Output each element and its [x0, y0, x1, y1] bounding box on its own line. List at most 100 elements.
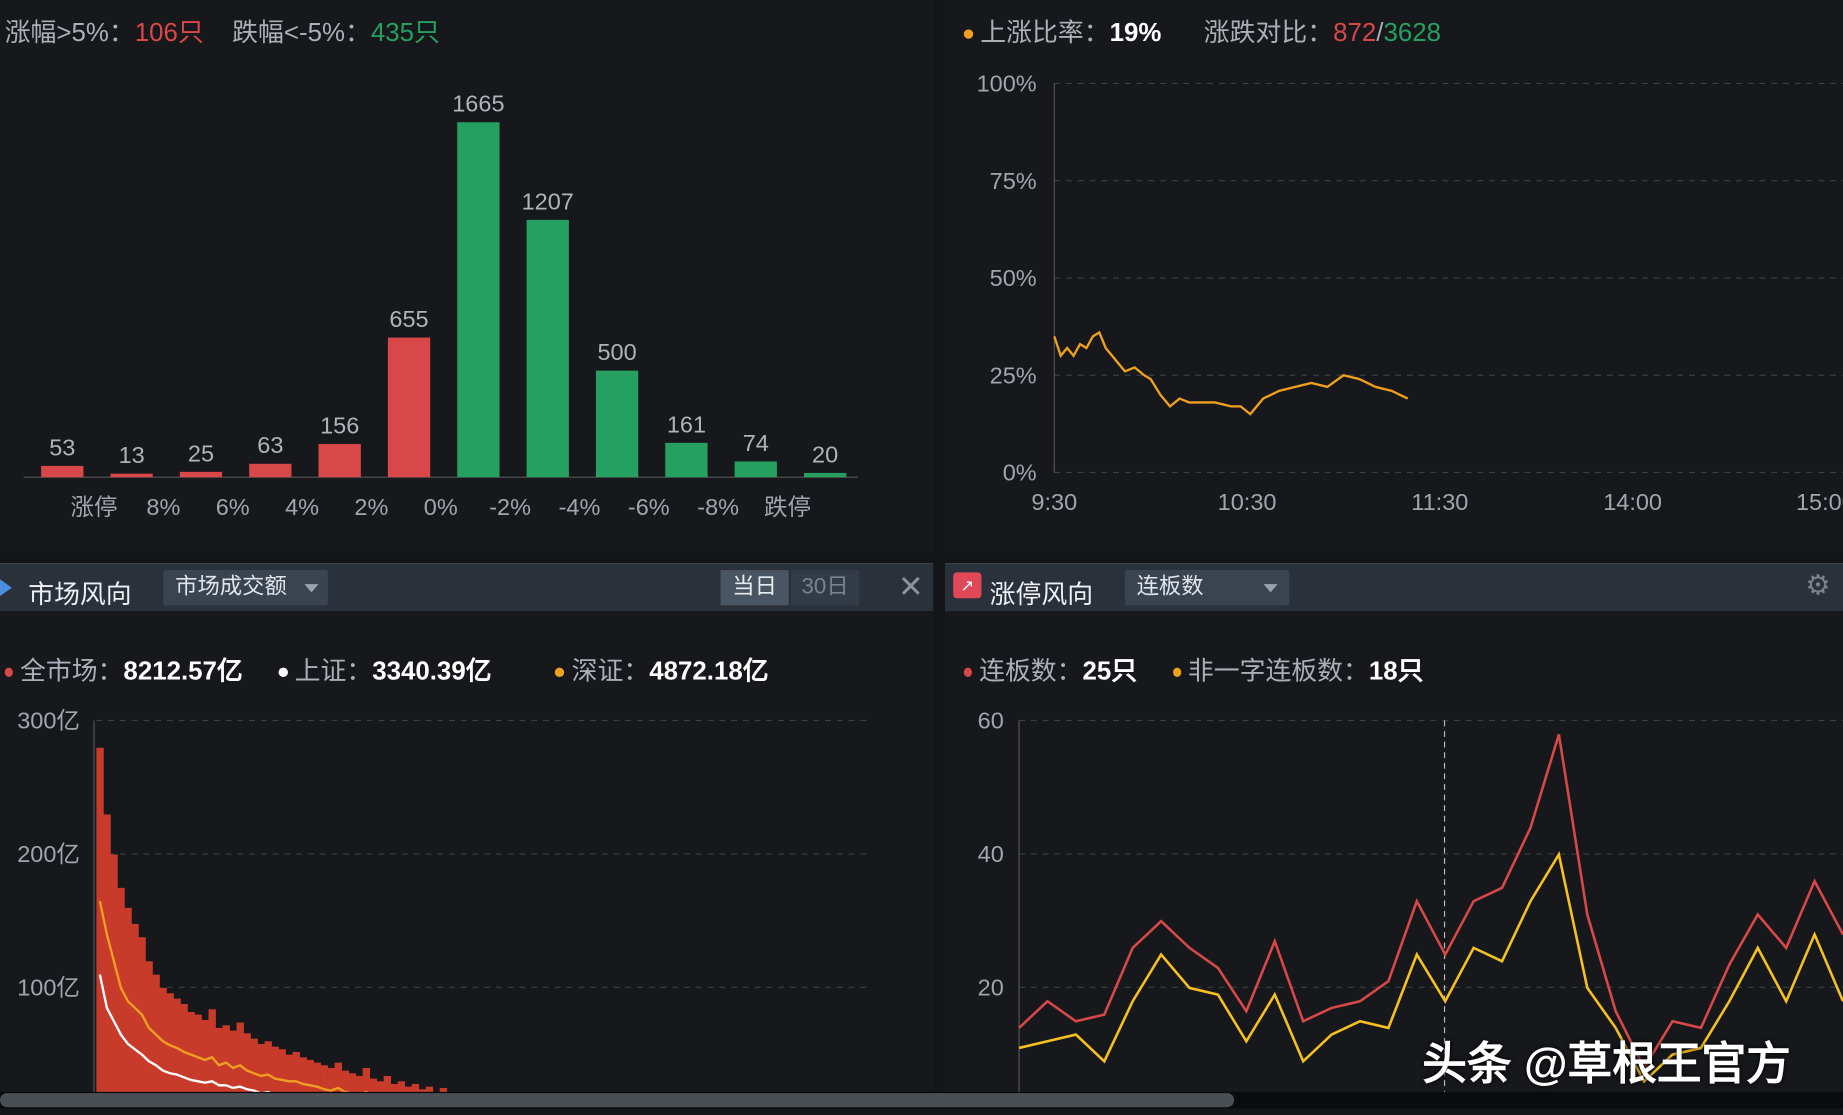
volume-bar [376, 1081, 385, 1092]
tick-label: -8% [697, 494, 739, 520]
volume-bar [236, 1022, 244, 1092]
x-tick: 9:30 [1031, 489, 1077, 515]
volume-bar [390, 1083, 399, 1092]
tick-label: 0% [424, 494, 458, 520]
volume-bar [278, 1049, 286, 1092]
data-label: 20 [812, 441, 838, 467]
app-window: 涨幅>5%：106只 跌幅<-5%：435只 53 13 25 63 156 655 166… [0, 0, 1843, 1115]
chevron-down-icon [1263, 584, 1278, 593]
trend-icon: ↗ [953, 572, 982, 599]
limit-title: 涨停风向 [989, 579, 1094, 609]
bar [41, 465, 84, 478]
bar [457, 122, 500, 478]
y-tick: 60 [978, 708, 1004, 734]
data-label: 13 [119, 442, 145, 468]
y-tick: 200亿 [17, 841, 80, 867]
volume-bar [355, 1075, 364, 1092]
x-tick: 11:30 [1411, 489, 1468, 515]
tick-label: 跌停 [764, 494, 811, 520]
y-tick: 0% [1003, 460, 1037, 486]
tick-label: 4% [285, 494, 319, 520]
volume-bar [264, 1041, 272, 1092]
data-label: 25 [188, 440, 214, 466]
volume-bar [271, 1046, 279, 1092]
tick-label: 6% [216, 494, 250, 520]
market-title: 市场风向 [28, 579, 132, 609]
tick-label: 8% [146, 494, 180, 520]
volume-bar [306, 1059, 314, 1092]
volume-bar [173, 998, 181, 1092]
bar [665, 442, 708, 478]
tick-label: -2% [489, 494, 531, 520]
market-dropdown[interactable]: 市场成交额 [163, 570, 328, 606]
data-label: 156 [320, 412, 359, 438]
volume-bar [299, 1057, 307, 1092]
y-tick: 40 [978, 841, 1004, 867]
data-label: 161 [667, 411, 706, 437]
volume-bar [362, 1067, 371, 1092]
y-tick: 50% [990, 265, 1037, 291]
compass-icon [0, 575, 12, 600]
limit-dropdown[interactable]: 连板数 [1124, 570, 1290, 606]
limit-chart: 60 40 20 [978, 708, 1843, 1092]
limit-panel: 连板数：25只 非一字连板数：18只 60 40 20 [945, 612, 1843, 1092]
bar [526, 219, 569, 478]
volume-bar [411, 1083, 420, 1092]
volume-bar [208, 1009, 216, 1092]
volume-bar [229, 1030, 237, 1092]
tick-label: 2% [354, 494, 388, 520]
volume-bar [341, 1070, 349, 1092]
y-tick: 100亿 [17, 975, 80, 1001]
data-label: 1207 [522, 188, 574, 214]
bar [179, 471, 223, 478]
market-chart: 300亿 200亿 100亿 [17, 708, 870, 1092]
tick-label: -6% [628, 494, 670, 520]
data-label: 500 [597, 339, 636, 365]
distribution-panel: 涨幅>5%：106只 跌幅<-5%：435只 53 13 25 63 156 655 166… [0, 0, 934, 553]
horizontal-scrollbar[interactable] [0, 1091, 1843, 1109]
ratio-chart: 100% 75% 50% 25% 0% 9:30 10:30 11:30 14:00 15:00 [977, 71, 1843, 515]
data-label: 655 [389, 306, 428, 332]
y-tick: 100% [977, 71, 1037, 97]
bar [387, 337, 431, 478]
volume-bar [250, 1038, 258, 1092]
dropdown-value: 连板数 [1136, 574, 1204, 600]
x-tick: 10:30 [1218, 489, 1277, 515]
data-label: 74 [743, 430, 769, 456]
volume-bar [369, 1078, 378, 1092]
scrollbar-thumb[interactable] [0, 1093, 1235, 1108]
watermark: 头条 @草根王官方 [1422, 1040, 1791, 1090]
market-header: 市场风向 市场成交额 当日 30日 ✕ [0, 563, 934, 612]
y-tick: 300亿 [17, 708, 80, 734]
data-label: 63 [257, 432, 283, 458]
market-panel: 全市场：8212.57亿 上证：3340.39亿 深证：4872.18亿 300… [0, 612, 934, 1092]
volume-bar [383, 1075, 392, 1092]
volume-bar [397, 1081, 406, 1092]
ratio-panel: 上涨比率：19% 涨跌对比：872/3628 100% 75% 50% 25% 0% 9:… [945, 0, 1843, 553]
bar [249, 463, 292, 478]
volume-bar [348, 1073, 356, 1092]
gear-icon[interactable]: ⚙ [1805, 569, 1830, 603]
y-tick: 75% [990, 168, 1037, 194]
distribution-chart: 53 13 25 63 156 655 1665 1207 500 161 74 20 涨停 8% 6% 4%… [23, 91, 859, 520]
data-label: 1665 [452, 91, 504, 117]
bar [734, 461, 777, 478]
chevron-down-icon [304, 584, 319, 593]
bar [595, 370, 639, 478]
tick-label: -4% [559, 494, 601, 520]
y-tick: 25% [990, 362, 1037, 388]
tab-day[interactable]: 当日 [720, 570, 789, 606]
volume-bar [292, 1051, 300, 1092]
bar [803, 472, 847, 478]
bar [318, 443, 361, 478]
volume-bar [285, 1054, 293, 1092]
data-label: 53 [49, 434, 75, 460]
volume-bar [243, 1033, 251, 1092]
ratio-line [1053, 330, 1409, 416]
bar [110, 473, 153, 478]
volume-bar [222, 1025, 230, 1092]
close-icon[interactable]: ✕ [898, 569, 924, 605]
tab-30-days[interactable]: 30日 [791, 570, 860, 606]
volume-bar [103, 814, 111, 1092]
tick-label: 涨停 [71, 494, 118, 520]
